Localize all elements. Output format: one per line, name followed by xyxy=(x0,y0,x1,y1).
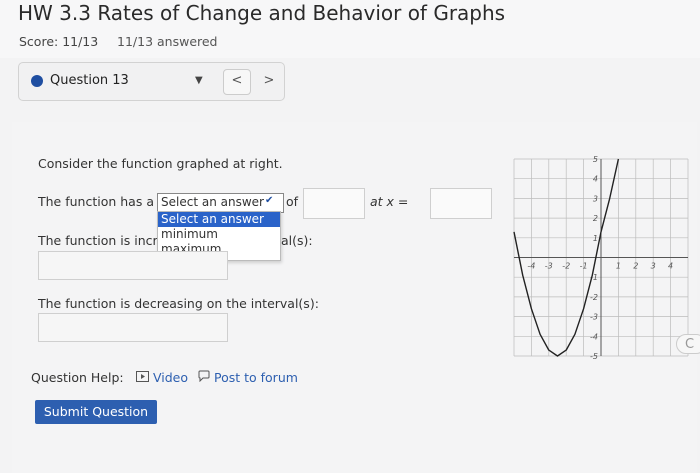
y-tick-label: 5 xyxy=(593,155,598,164)
y-tick-label: -2 xyxy=(590,293,598,302)
video-link[interactable]: Video xyxy=(136,370,188,385)
page-title: HW 3.3 Rates of Change and Behavior of G… xyxy=(18,1,506,25)
y-tick-label: 3 xyxy=(593,194,598,203)
x-tick-label: 2 xyxy=(633,262,638,271)
question-intro: Consider the function graphed at right. xyxy=(38,156,283,171)
forum-label: Post to forum xyxy=(213,370,298,385)
chevron-down-icon: ✔ xyxy=(265,195,274,206)
line1-at: at x = xyxy=(370,194,409,209)
y-tick-label: 2 xyxy=(593,214,598,223)
y-tick-label: 1 xyxy=(593,234,598,243)
function-graph: -4 -3 -2 -1 1 2 3 454321-1-2-3-4-5 xyxy=(513,155,689,360)
x-tick-label: -1 xyxy=(580,262,588,271)
speech-bubble-icon xyxy=(198,370,210,382)
decreasing-interval-input[interactable] xyxy=(38,313,228,342)
header: HW 3.3 Rates of Change and Behavior of G… xyxy=(0,0,700,58)
question-status-dot xyxy=(31,75,43,87)
post-to-forum-link[interactable]: Post to forum xyxy=(198,370,298,385)
select-value: Select an answer xyxy=(161,195,264,209)
line2-prefix: The function is incr xyxy=(38,233,158,248)
question-label: Question 13 xyxy=(50,73,129,88)
x-tick-label: -2 xyxy=(562,262,570,271)
y-tick-label: -3 xyxy=(590,313,598,322)
answer-select[interactable]: Select an answer ✔ xyxy=(157,193,284,213)
next-question-button[interactable]: > xyxy=(255,69,283,95)
x-tick-label: 4 xyxy=(668,262,673,271)
video-icon xyxy=(136,371,149,382)
increasing-interval-input[interactable] xyxy=(38,251,228,280)
x-tick-label: 1 xyxy=(616,262,621,271)
score-text: Score: 11/13 xyxy=(19,34,99,49)
line1-of: of xyxy=(286,194,299,209)
option-minimum[interactable]: minimum xyxy=(158,227,280,242)
y-tick-label: -5 xyxy=(590,352,598,360)
previous-question-button[interactable]: < xyxy=(223,69,251,95)
caret-down-icon[interactable]: ▼ xyxy=(195,75,203,86)
answered-text: 11/13 answered xyxy=(117,34,218,49)
video-label: Video xyxy=(152,370,189,385)
option-select-an-answer[interactable]: Select an answer xyxy=(158,212,280,227)
y-tick-label: 4 xyxy=(593,175,598,184)
question-help-label: Question Help: xyxy=(31,370,124,385)
x-tick-label: -4 xyxy=(527,262,535,271)
y-tick-label: -4 xyxy=(590,332,598,341)
x-tick-label: 3 xyxy=(651,262,656,271)
corner-button[interactable]: C xyxy=(676,334,700,354)
line3-text: The function is decreasing on the interv… xyxy=(38,296,319,311)
x-value-input[interactable] xyxy=(430,188,492,219)
value-input[interactable] xyxy=(303,188,365,219)
x-tick-label: -3 xyxy=(545,262,553,271)
submit-question-button[interactable]: Submit Question xyxy=(35,400,157,424)
question-selector[interactable]: Question 13 ▼ < > xyxy=(18,62,285,101)
line2-suffix: al(s): xyxy=(281,233,313,248)
line1-prefix: The function has a xyxy=(38,194,154,209)
